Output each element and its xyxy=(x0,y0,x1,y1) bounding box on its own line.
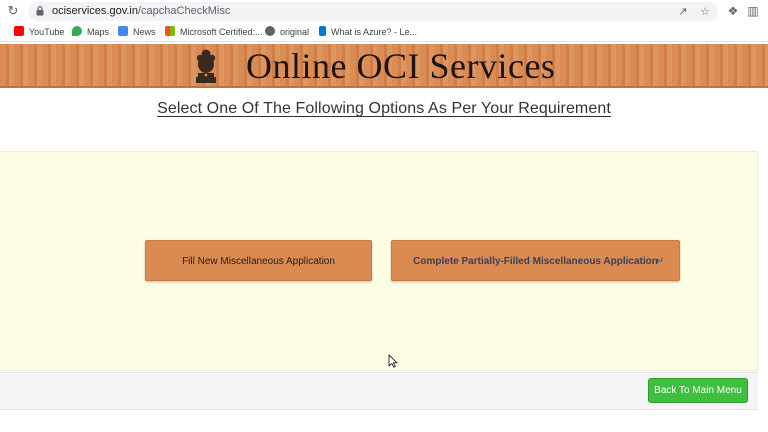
extensions-icon[interactable]: ❖ xyxy=(726,4,740,18)
side-panel-icon[interactable]: ▥ xyxy=(746,4,760,18)
bookmark-label: YouTube xyxy=(29,27,65,37)
mouse-cursor-icon xyxy=(388,354,398,368)
button-label: Complete Partially-Filled Miscellaneous … xyxy=(413,256,658,267)
complete-partial-application-button[interactable]: Complete Partially-Filled Miscellaneous … xyxy=(391,240,680,281)
lock-icon xyxy=(36,6,44,16)
bookmark-label: What is Azure? - Le... xyxy=(331,27,418,37)
page-heading: Select One Of The Following Options As P… xyxy=(0,100,768,118)
share-icon[interactable]: ↗ xyxy=(676,5,690,19)
url-text[interactable]: ociservices.gov.in/capchaCheckMisc xyxy=(52,5,230,18)
maps-icon xyxy=(72,26,82,36)
enter-icon: ↵ xyxy=(655,256,664,267)
bookmark-microsoft[interactable]: Microsoft Certified:... xyxy=(165,26,263,39)
site-banner: Online OCI Services xyxy=(0,44,768,88)
globe-icon xyxy=(265,26,275,36)
microsoft-icon xyxy=(165,26,175,36)
azure-icon xyxy=(319,26,326,36)
page-heading-text: Select One Of The Following Options As P… xyxy=(157,100,611,117)
bookmark-label: Maps xyxy=(87,27,110,37)
bookmark-original[interactable]: original xyxy=(265,26,309,39)
reload-icon[interactable]: ↻ xyxy=(6,4,20,18)
bookmark-label: News xyxy=(133,27,156,37)
button-label: Back To Main Menu xyxy=(654,385,742,396)
bookmark-azure[interactable]: What is Azure? - Le... xyxy=(319,26,417,39)
news-icon xyxy=(118,26,128,36)
bookmark-youtube[interactable]: YouTube xyxy=(14,26,64,39)
banner-title: Online OCI Services xyxy=(246,46,556,86)
browser-toolbar: ↻ ociservices.gov.in/capchaCheckMisc ↗ ☆… xyxy=(0,0,768,22)
youtube-icon xyxy=(14,26,24,36)
star-icon[interactable]: ☆ xyxy=(698,5,712,19)
url-path: /capchaCheckMisc xyxy=(138,5,231,17)
fill-new-application-button[interactable]: Fill New Miscellaneous Application xyxy=(145,240,372,281)
footer-bar xyxy=(0,372,758,410)
button-label: Fill New Miscellaneous Application xyxy=(182,256,335,267)
bookmarks-bar: YouTube Maps News Microsoft Certified:..… xyxy=(0,22,768,42)
back-to-main-menu-button[interactable]: Back To Main Menu xyxy=(648,378,748,403)
bookmark-label: original xyxy=(280,27,310,37)
national-emblem-icon xyxy=(196,49,216,83)
url-host: ociservices.gov.in xyxy=(52,5,138,17)
bookmark-label: Microsoft Certified:... xyxy=(180,27,263,37)
bookmark-news[interactable]: News xyxy=(118,26,156,39)
address-bar[interactable]: ociservices.gov.in/capchaCheckMisc ↗ ☆ xyxy=(28,2,718,21)
bookmark-maps[interactable]: Maps xyxy=(72,26,109,39)
